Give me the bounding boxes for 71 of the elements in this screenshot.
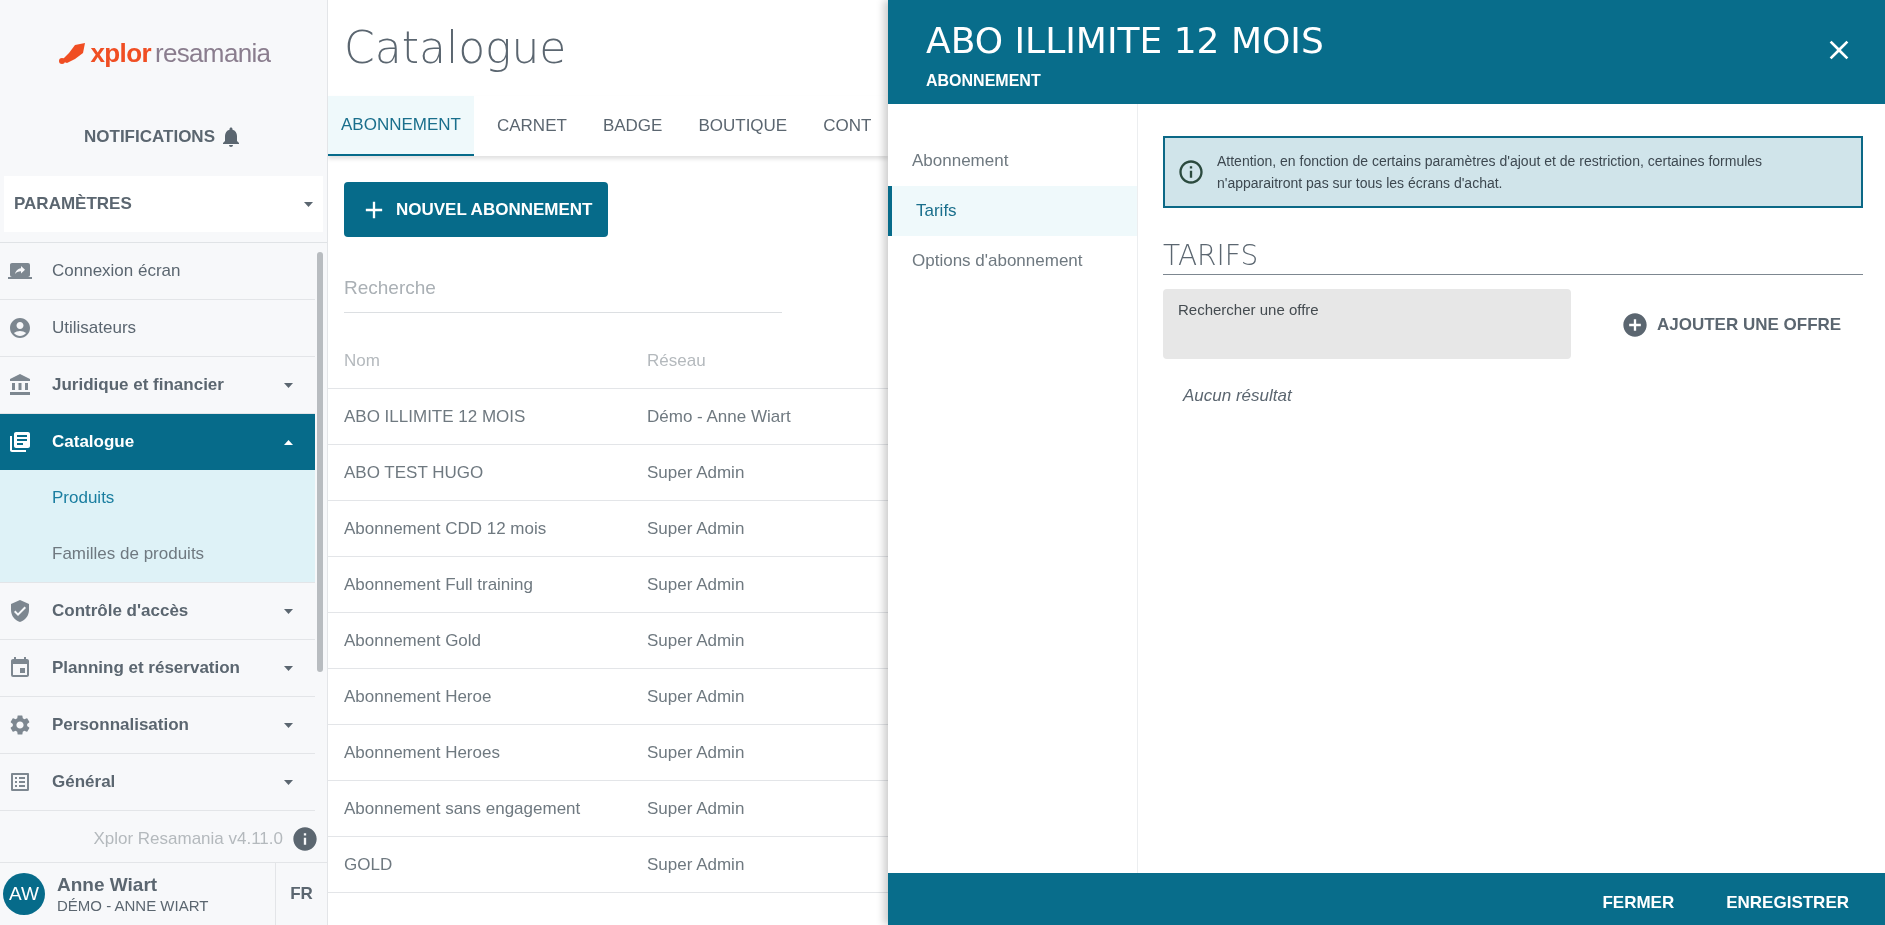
empty-message: Aucun résultat <box>1183 385 1294 407</box>
logo-product: resamania <box>154 36 271 70</box>
list-icon <box>8 770 32 794</box>
shield-icon <box>8 599 32 623</box>
table-cell-text: Super Admin <box>647 853 745 876</box>
tab[interactable]: ABONNEMENT <box>328 96 474 156</box>
drawer-nav-item[interactable]: Abonnement <box>888 136 1137 186</box>
table-cell-text: Abonnement Heroe <box>344 685 493 708</box>
submenu-item[interactable]: Familles de produits <box>0 526 315 582</box>
tab[interactable]: CARNET <box>483 96 580 156</box>
tab[interactable]: CONT <box>810 96 885 156</box>
bank-icon <box>8 373 32 397</box>
column-header: Nom <box>344 349 381 372</box>
table-cell-text: Abonnement Heroes <box>344 741 501 764</box>
info-icon <box>1177 158 1205 186</box>
rocket-icon <box>56 41 87 65</box>
table-cell-text: Super Admin <box>647 797 745 820</box>
table-cell-text: Super Admin <box>647 629 745 652</box>
user-organization: DÉMO - ANNE WIART <box>57 896 210 916</box>
table-cell-text: Super Admin <box>647 461 745 484</box>
menu-item[interactable]: Général <box>0 754 315 810</box>
submenu-item[interactable]: Produits <box>0 470 315 526</box>
table-cell-text: Super Admin <box>647 741 745 764</box>
info-alert: Attention, en fonction de certains paramètres d'ajout et de restriction, certaines formules n'apparaitront pas sur tous les écrans d'achat. <box>1163 136 1863 208</box>
menu-item[interactable]: Planning et réservation <box>0 640 315 696</box>
table-cell-text: Super Admin <box>647 573 745 596</box>
scrollbar[interactable] <box>317 252 323 672</box>
section-heading: TARIFS <box>1163 238 1260 273</box>
footer-button[interactable]: ENREGISTRER <box>1726 890 1849 916</box>
page-title: Catalogue <box>344 21 567 75</box>
user-name: Anne Wiart <box>57 872 159 897</box>
table-cell-text: ABO ILLIMITE 12 MOIS <box>344 405 527 428</box>
menu-item[interactable]: Connexion écran <box>0 243 315 299</box>
menu-item[interactable]: Catalogue <box>0 414 315 470</box>
drawer-subtitle: ABONNEMENT <box>926 71 1042 91</box>
notifications-button[interactable]: NOTIFICATIONS <box>0 98 327 176</box>
calendar-icon <box>8 656 32 680</box>
table-cell-text: Démo - Anne Wiart <box>647 405 791 428</box>
book-icon <box>8 430 32 454</box>
new-subscription-button[interactable]: NOUVEL ABONNEMENT <box>344 182 609 237</box>
menu-item[interactable]: Juridique et financier <box>0 357 315 413</box>
section-dropdown[interactable]: PARAMÈTRES <box>4 176 323 232</box>
table-cell-text: Abonnement CDD 12 mois <box>344 517 548 540</box>
caret-icon <box>304 201 313 207</box>
offer-search-field[interactable]: Rechercher une offre <box>1163 289 1571 359</box>
info-icon <box>291 824 319 853</box>
version-text: Xplor Resamania v4.11.0 <box>93 827 283 850</box>
table-cell-text: Abonnement sans engagement <box>344 797 582 820</box>
logo-brand: xplor <box>90 36 151 70</box>
menu-item[interactable]: Personnalisation <box>0 697 315 753</box>
table-cell-text: Super Admin <box>647 517 745 540</box>
search-field[interactable]: Recherche <box>344 263 782 313</box>
drawer-nav-item[interactable]: Tarifs <box>888 186 1137 236</box>
user-icon <box>8 316 32 340</box>
drawer-nav-item[interactable]: Options d'abonnement <box>888 236 1137 286</box>
menu-item[interactable]: Utilisateurs <box>0 300 315 356</box>
tab[interactable]: BOUTIQUE <box>685 96 801 156</box>
settings-icon <box>8 713 32 737</box>
table-cell-text: Super Admin <box>647 685 745 708</box>
menu-item[interactable]: Contrôle d'accès <box>0 583 315 639</box>
language-button[interactable]: FR <box>275 863 327 925</box>
table-cell-text: Abonnement Gold <box>344 629 483 652</box>
table-cell-text: GOLD <box>344 853 394 876</box>
add-offer-button[interactable]: AJOUTER UNE OFFRE <box>1621 311 1842 339</box>
drawer-title: ABO ILLIMITE 12 MOIS <box>926 19 1324 63</box>
table-cell-text: ABO TEST HUGO <box>344 461 485 484</box>
column-header: Réseau <box>647 349 706 372</box>
footer-button[interactable]: FERMER <box>1602 890 1675 916</box>
tab[interactable]: BADGE <box>589 96 676 156</box>
avatar: AW <box>3 873 45 915</box>
table-cell-text: Abonnement Full training <box>344 573 534 596</box>
